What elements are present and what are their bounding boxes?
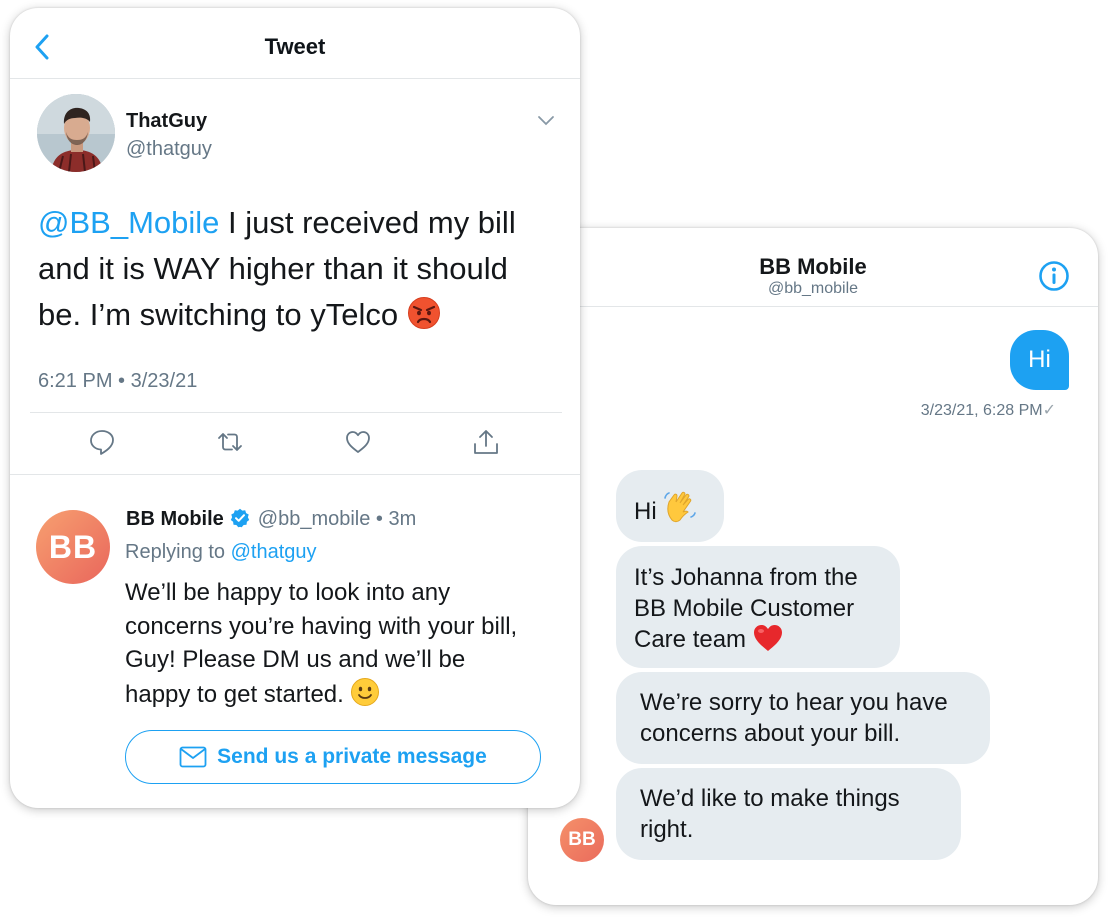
tweet-card: Tweet ThatGuy @thatguy @BB_Mobile I just… bbox=[10, 8, 580, 808]
retweet-icon[interactable] bbox=[216, 428, 244, 456]
reply-text: We’ll be happy to look into any concerns… bbox=[125, 576, 535, 716]
dm-handle: @bb_mobile bbox=[767, 280, 859, 297]
tweet-header: Tweet bbox=[10, 8, 580, 79]
reply-body: We’ll be happy to look into any concerns… bbox=[125, 579, 518, 708]
tweet-timestamp[interactable]: 6:21 PM • 3/23/21 bbox=[38, 370, 197, 393]
divider bbox=[10, 474, 580, 475]
message-text: We’re sorry to hear you have concerns ab… bbox=[640, 689, 948, 747]
dm-conversation-card: BB Mobile @bb_mobile Hi 3/23/21, 6:28 PM… bbox=[528, 228, 1098, 905]
dm-header: BB Mobile @bb_mobile bbox=[528, 228, 1098, 307]
smiling-face-icon bbox=[350, 677, 380, 717]
mention-link[interactable]: @BB_Mobile bbox=[38, 205, 219, 240]
reply-header: BB Mobile @bb_mobile • 3m bbox=[126, 508, 416, 531]
like-icon[interactable] bbox=[344, 428, 372, 456]
red-heart-icon bbox=[753, 624, 783, 660]
message-bubble-outgoing: Hi bbox=[1010, 330, 1069, 390]
message-text: We’d like to make things right. bbox=[640, 785, 900, 843]
chevron-down-icon[interactable] bbox=[537, 115, 555, 127]
sent-check-icon: ✓ bbox=[1042, 402, 1056, 419]
message-timestamp: 3/23/21, 6:28 PM✓ bbox=[921, 400, 1056, 420]
send-private-message-button[interactable]: Send us a private message bbox=[125, 730, 541, 784]
send-private-message-label: Send us a private message bbox=[217, 745, 487, 768]
message-bubble-incoming: Hi bbox=[616, 470, 724, 542]
envelope-icon bbox=[179, 746, 207, 768]
waving-hand-icon bbox=[663, 490, 697, 532]
replying-to: Replying to @thatguy bbox=[125, 541, 317, 564]
message-bubble-incoming: It’s Johanna from the BB Mobile Customer… bbox=[616, 546, 900, 668]
verified-badge-icon bbox=[230, 508, 249, 528]
divider bbox=[30, 412, 562, 413]
info-icon[interactable] bbox=[1038, 260, 1070, 292]
tweet-actions bbox=[10, 428, 580, 468]
share-icon[interactable] bbox=[472, 428, 500, 456]
dm-title: BB Mobile bbox=[759, 254, 867, 279]
author-name[interactable]: ThatGuy bbox=[126, 110, 207, 133]
message-text: Hi bbox=[1028, 346, 1051, 373]
message-text: Hi bbox=[634, 498, 664, 525]
avatar: BB bbox=[560, 818, 604, 862]
reply-icon[interactable] bbox=[88, 428, 116, 456]
replying-handle-link[interactable]: @thatguy bbox=[231, 541, 317, 563]
author-handle[interactable]: @thatguy bbox=[126, 138, 212, 161]
message-bubble-incoming: We’re sorry to hear you have concerns ab… bbox=[616, 672, 990, 764]
page-title: Tweet bbox=[264, 34, 326, 59]
replying-prefix: Replying to bbox=[125, 541, 231, 563]
sent-time: 3/23/21, 6:28 PM bbox=[920, 402, 1043, 419]
angry-face-icon bbox=[407, 296, 441, 343]
message-bubble-incoming: We’d like to make things right. bbox=[616, 768, 961, 860]
message-text: It’s Johanna from the BB Mobile Customer… bbox=[634, 564, 858, 653]
reply-author-name[interactable]: BB Mobile bbox=[126, 508, 224, 530]
tweet-text: @BB_Mobile I just received my bill and i… bbox=[38, 200, 548, 343]
avatar[interactable]: BB bbox=[36, 510, 110, 584]
reply-handle-time: @bb_mobile • 3m bbox=[257, 508, 417, 530]
avatar[interactable] bbox=[37, 94, 115, 172]
